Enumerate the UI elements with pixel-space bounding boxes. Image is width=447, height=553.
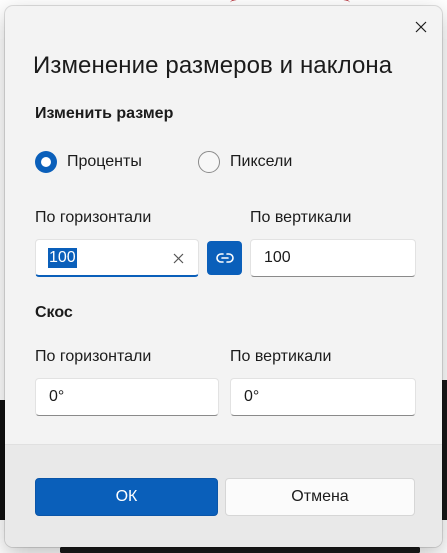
dialog-title: Изменение размеров и наклона	[33, 52, 393, 79]
resize-horizontal-value: 100	[48, 247, 77, 268]
close-button[interactable]	[406, 14, 436, 40]
cancel-button[interactable]: Отмена	[225, 478, 415, 516]
dialog-footer: ОК Отмена	[5, 444, 442, 547]
radio-pixels-label: Пиксели	[230, 153, 293, 170]
resize-vertical-value: 100	[264, 249, 291, 266]
skew-heading: Скос	[35, 304, 73, 321]
ok-button[interactable]: ОК	[35, 478, 218, 516]
radio-pixels[interactable]: Пиксели	[198, 151, 292, 173]
clear-icon	[173, 253, 184, 264]
skew-vertical-input[interactable]: 0°	[230, 378, 416, 416]
skew-horizontal-label: По горизонтали	[35, 348, 152, 365]
resize-vertical-label: По вертикали	[250, 209, 352, 226]
skew-vertical-label: По вертикали	[230, 348, 332, 365]
link-icon	[215, 253, 234, 263]
close-icon	[415, 21, 427, 33]
skew-horizontal-input[interactable]: 0°	[35, 378, 219, 416]
resize-horizontal-input[interactable]: 100	[35, 239, 199, 277]
resize-heading: Изменить размер	[35, 105, 174, 122]
link-aspect-ratio-button[interactable]	[207, 241, 242, 275]
resize-vertical-input[interactable]: 100	[250, 239, 416, 277]
resize-skew-dialog: Изменение размеров и наклона Изменить ра…	[5, 6, 442, 547]
radio-unselected-indicator	[198, 151, 220, 173]
resize-horizontal-label: По горизонтали	[35, 209, 152, 226]
skew-horizontal-value: 0°	[49, 388, 65, 405]
radio-selected-indicator	[35, 151, 57, 173]
clear-input-button[interactable]	[173, 251, 184, 269]
radio-percent-label: Проценты	[67, 153, 142, 170]
skew-vertical-value: 0°	[244, 388, 260, 405]
radio-percent[interactable]: Проценты	[35, 151, 142, 173]
